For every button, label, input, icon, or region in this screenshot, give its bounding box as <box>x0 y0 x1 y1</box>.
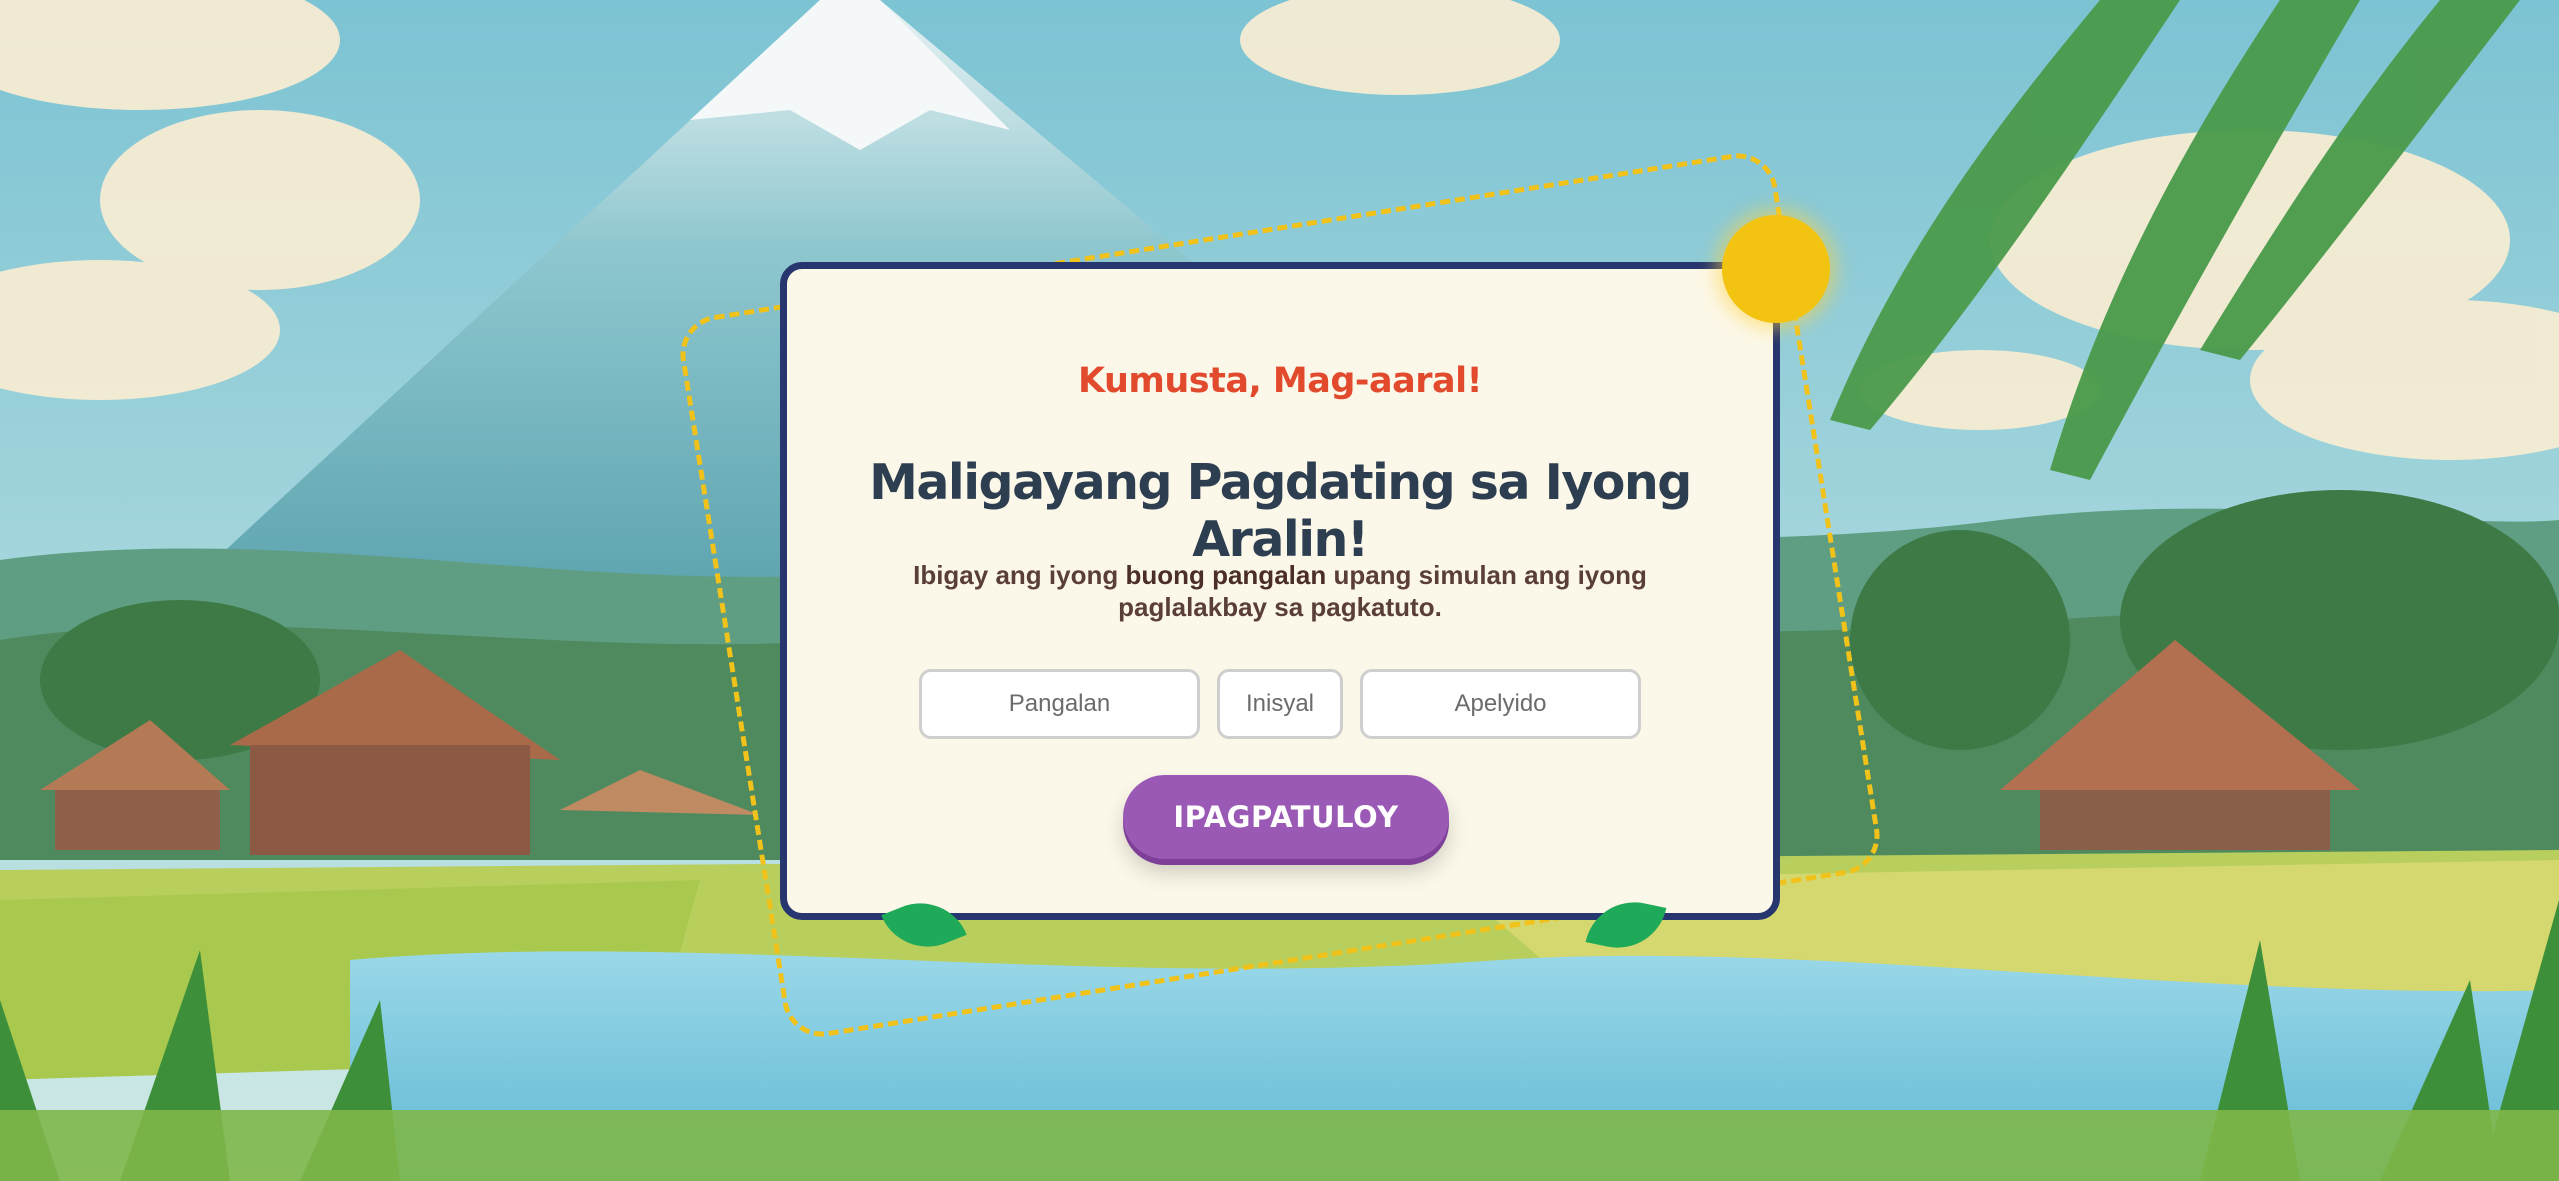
page-title: Maligayang Pagdating sa Iyong Aralin! <box>869 454 1692 568</box>
continue-button[interactable]: IPAGPATULOY <box>1123 775 1449 859</box>
welcome-card-container: Kumusta, Mag-aaral! Maligayang Pagdating… <box>780 262 1780 920</box>
instruction-text-emphasis: buong pangalan <box>1125 560 1327 590</box>
first-name-input[interactable] <box>919 669 1200 739</box>
greeting-text: Kumusta, Mag-aaral! <box>1077 361 1483 401</box>
instruction-text: Ibigay ang iyong buong pangalan upang si… <box>872 559 1688 623</box>
last-name-input[interactable] <box>1360 669 1641 739</box>
sun-decoration <box>1722 215 1830 323</box>
name-form <box>787 669 1773 739</box>
instruction-text-start: Ibigay ang iyong <box>913 560 1126 590</box>
welcome-card: Kumusta, Mag-aaral! Maligayang Pagdating… <box>780 262 1780 920</box>
middle-initial-input[interactable] <box>1217 669 1343 739</box>
